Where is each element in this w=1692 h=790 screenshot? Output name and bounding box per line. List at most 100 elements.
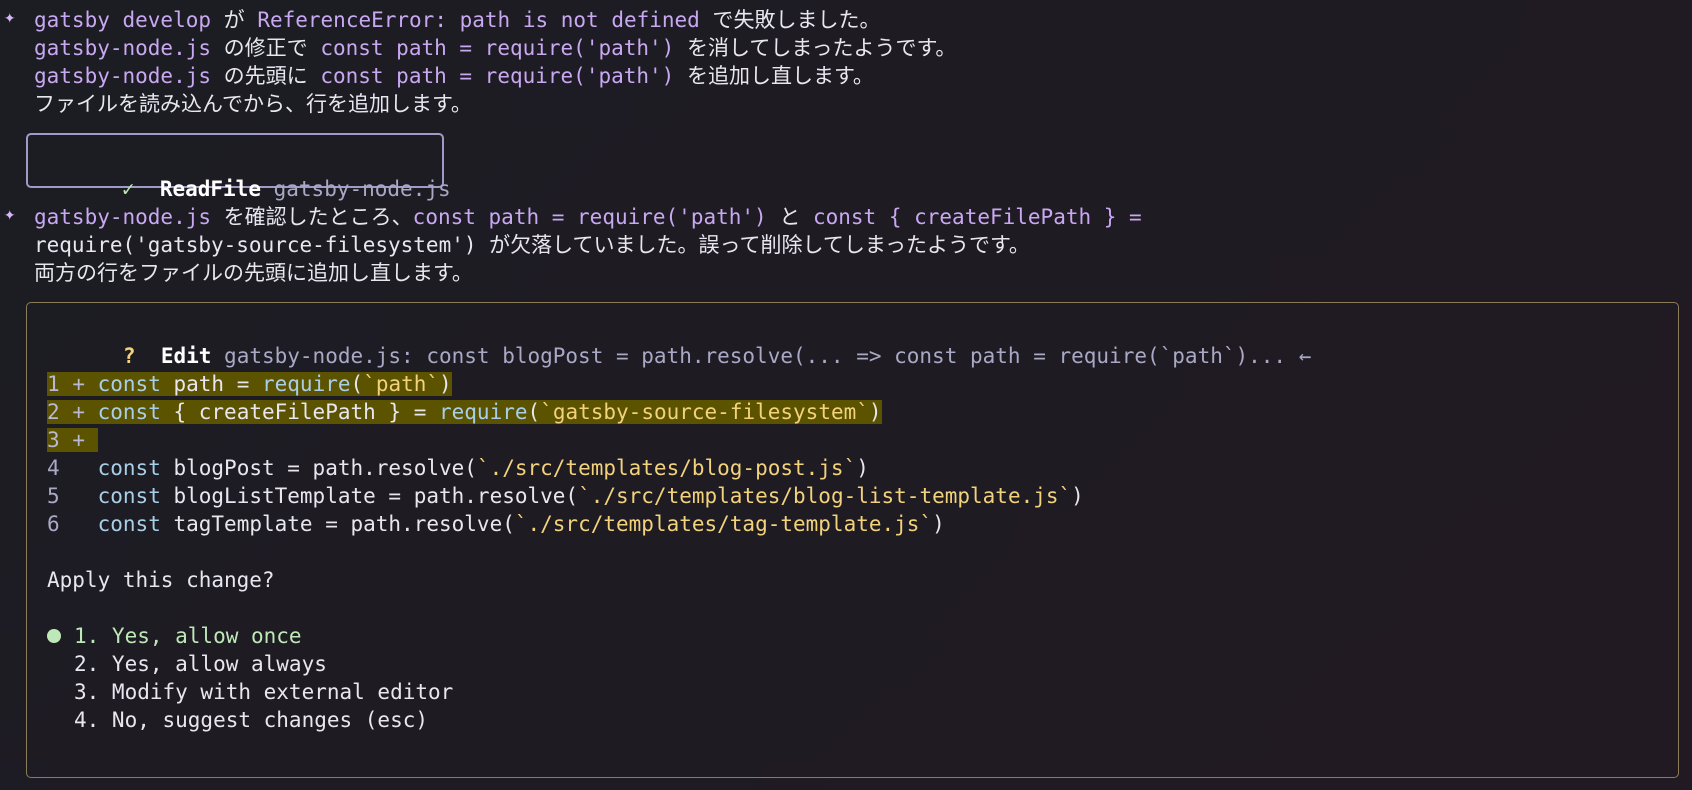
line-number: 4 (47, 456, 60, 480)
line-number: 6 (47, 512, 60, 536)
message-line: gatsby-node.js の修正で const path = require… (34, 34, 956, 62)
message-segment: を消してしまったようです。 (674, 36, 957, 60)
message-segment: の修正で (211, 36, 321, 60)
code-token: `./src/templates/blog-post.js` (476, 456, 857, 480)
message-line: require('gatsby-source-filesystem') が欠落し… (34, 231, 1142, 259)
code-token: `./src/templates/tag-template.js` (514, 512, 933, 536)
diff-line: 2 + const { createFilePath } = require(`… (47, 398, 882, 426)
diff-sign (72, 512, 85, 536)
selected-dot-icon (47, 628, 61, 643)
context-line: 5 const blogListTemplate = path.resolve(… (47, 484, 1084, 508)
sparkle-icon: ✦ (4, 6, 16, 28)
code-token: `gatsby-source-filesystem` (540, 400, 869, 424)
edit-confirmation-box: ? Edit gatsby-node.js: const blogPost = … (26, 302, 1679, 778)
code-token: path = (160, 372, 262, 396)
option-3[interactable]: 3. Modify with external editor (47, 678, 453, 706)
code-token: ( (527, 400, 541, 424)
message-segment: と (766, 205, 813, 229)
message-line: gatsby develop が ReferenceError: path is… (34, 6, 956, 34)
assistant-message-2: ✦ gatsby-node.js を確認したところ、const path = r… (0, 203, 1142, 287)
line-number: 2 (47, 400, 60, 424)
apply-question: Apply this change? (47, 568, 275, 592)
code-token: const (97, 400, 161, 424)
message-line: ファイルを読み込んでから、行を追加します。 (34, 90, 956, 118)
code-token: const (97, 512, 161, 536)
context-line: 4 const blogPost = path.resolve(`./src/t… (47, 456, 869, 480)
message-segment: ReferenceError: path is not defined (257, 8, 700, 32)
added-line-highlight: 2 + const { createFilePath } = require(`… (47, 400, 882, 424)
message-text: gatsby develop が ReferenceError: path is… (34, 6, 956, 118)
diff-line: 4 const blogPost = path.resolve(`./src/t… (47, 454, 869, 482)
context-line: 6 const tagTemplate = path.resolve(`./sr… (47, 512, 945, 536)
message-segment: の先頭に (211, 64, 321, 88)
message-segment: が (211, 8, 258, 32)
sparkle-icon: ✦ (4, 203, 16, 225)
message-segment: const path = require('path') (320, 64, 675, 88)
message-segment: で失敗しました。 (699, 8, 881, 32)
message-text: gatsby-node.js を確認したところ、const path = req… (34, 203, 1142, 287)
message-segment: を追加し直します。 (674, 64, 874, 88)
message-segment: require('gatsby-source-filesystem') (34, 233, 477, 257)
line-number: 5 (47, 484, 60, 508)
code-token: const (97, 456, 161, 480)
option-label: 3. Modify with external editor (74, 680, 454, 704)
diff-sign (72, 456, 85, 480)
message-line: gatsby-node.js を確認したところ、const path = req… (34, 203, 1142, 231)
diff-sign: + (72, 428, 85, 452)
code-token: ) (868, 400, 882, 424)
option-label: 1. Yes, allow once (74, 624, 302, 648)
code-token: tagTemplate = path.resolve( (160, 512, 515, 536)
message-segment: gatsby-node.js (34, 64, 212, 88)
code-token: const (97, 484, 161, 508)
assistant-message-1: ✦ gatsby develop が ReferenceError: path … (0, 6, 956, 118)
diff-line: 3 + (47, 426, 98, 454)
message-line: gatsby-node.js の先頭に const path = require… (34, 62, 956, 90)
code-token: require (439, 400, 528, 424)
option-label: 4. No, suggest changes (esc) (74, 708, 429, 732)
code-token: blogListTemplate = path.resolve( (160, 484, 579, 508)
added-line-highlight: 1 + const path = require(`path`) (47, 372, 452, 396)
code-token: `./src/templates/blog-list-template.js` (578, 484, 1072, 508)
message-segment: gatsby-node.js (34, 36, 212, 60)
line-number: 3 (47, 428, 60, 452)
message-segment: 両方の行をファイルの先頭に追加し直します。 (34, 261, 473, 285)
message-segment: gatsby-node.js (34, 205, 212, 229)
code-token: ) (932, 512, 945, 536)
message-line: 両方の行をファイルの先頭に追加し直します。 (34, 259, 1142, 287)
code-token: blogPost = path.resolve( (160, 456, 477, 480)
read-file-tool-box: ✓ ReadFile gatsby-node.js (26, 133, 451, 201)
code-token: { createFilePath } = (160, 400, 439, 424)
option-1[interactable]: 1. Yes, allow once (47, 622, 302, 650)
message-segment: const { createFilePath } = (812, 205, 1142, 229)
diff-sign: + (72, 400, 85, 424)
code-token: ) (856, 456, 869, 480)
code-token: ) (1071, 484, 1084, 508)
code-token: ) (439, 372, 452, 396)
diff-line: 6 const tagTemplate = path.resolve(`./sr… (47, 510, 945, 538)
message-segment: ファイルを読み込んでから、行を追加します。 (34, 92, 472, 116)
message-segment: を確認したところ、 (211, 205, 413, 229)
message-segment: const path = require('path') (320, 36, 675, 60)
tool-name: ReadFile (159, 177, 261, 201)
message-segment: gatsby develop (34, 8, 212, 32)
message-segment: const path = require('path') (412, 205, 767, 229)
code-token: const (97, 372, 161, 396)
code-token: ( (350, 372, 364, 396)
added-line-highlight: 3 + (47, 428, 98, 452)
diff-line: 5 const blogListTemplate = path.resolve(… (47, 482, 1084, 510)
diff-sign: + (72, 372, 85, 396)
edit-summary: gatsby-node.js: const blogPost = path.re… (224, 344, 1312, 368)
diff-line: 1 + const path = require(`path`) (47, 370, 452, 398)
check-icon: ✓ (121, 177, 135, 201)
option-4[interactable]: 4. No, suggest changes (esc) (47, 706, 428, 734)
option-label: 2. Yes, allow always (74, 652, 327, 676)
tool-arg: gatsby-node.js (273, 177, 451, 201)
option-2[interactable]: 2. Yes, allow always (47, 650, 327, 678)
code-token: require (262, 372, 351, 396)
code-token: `path` (363, 372, 440, 396)
message-segment: が欠落していました。誤って削除してしまったようです。 (476, 233, 1030, 257)
tool-name: Edit (160, 344, 212, 368)
diff-sign (72, 484, 85, 508)
line-number: 1 (47, 372, 60, 396)
edit-header: ? Edit gatsby-node.js: const blogPost = … (47, 314, 1312, 368)
